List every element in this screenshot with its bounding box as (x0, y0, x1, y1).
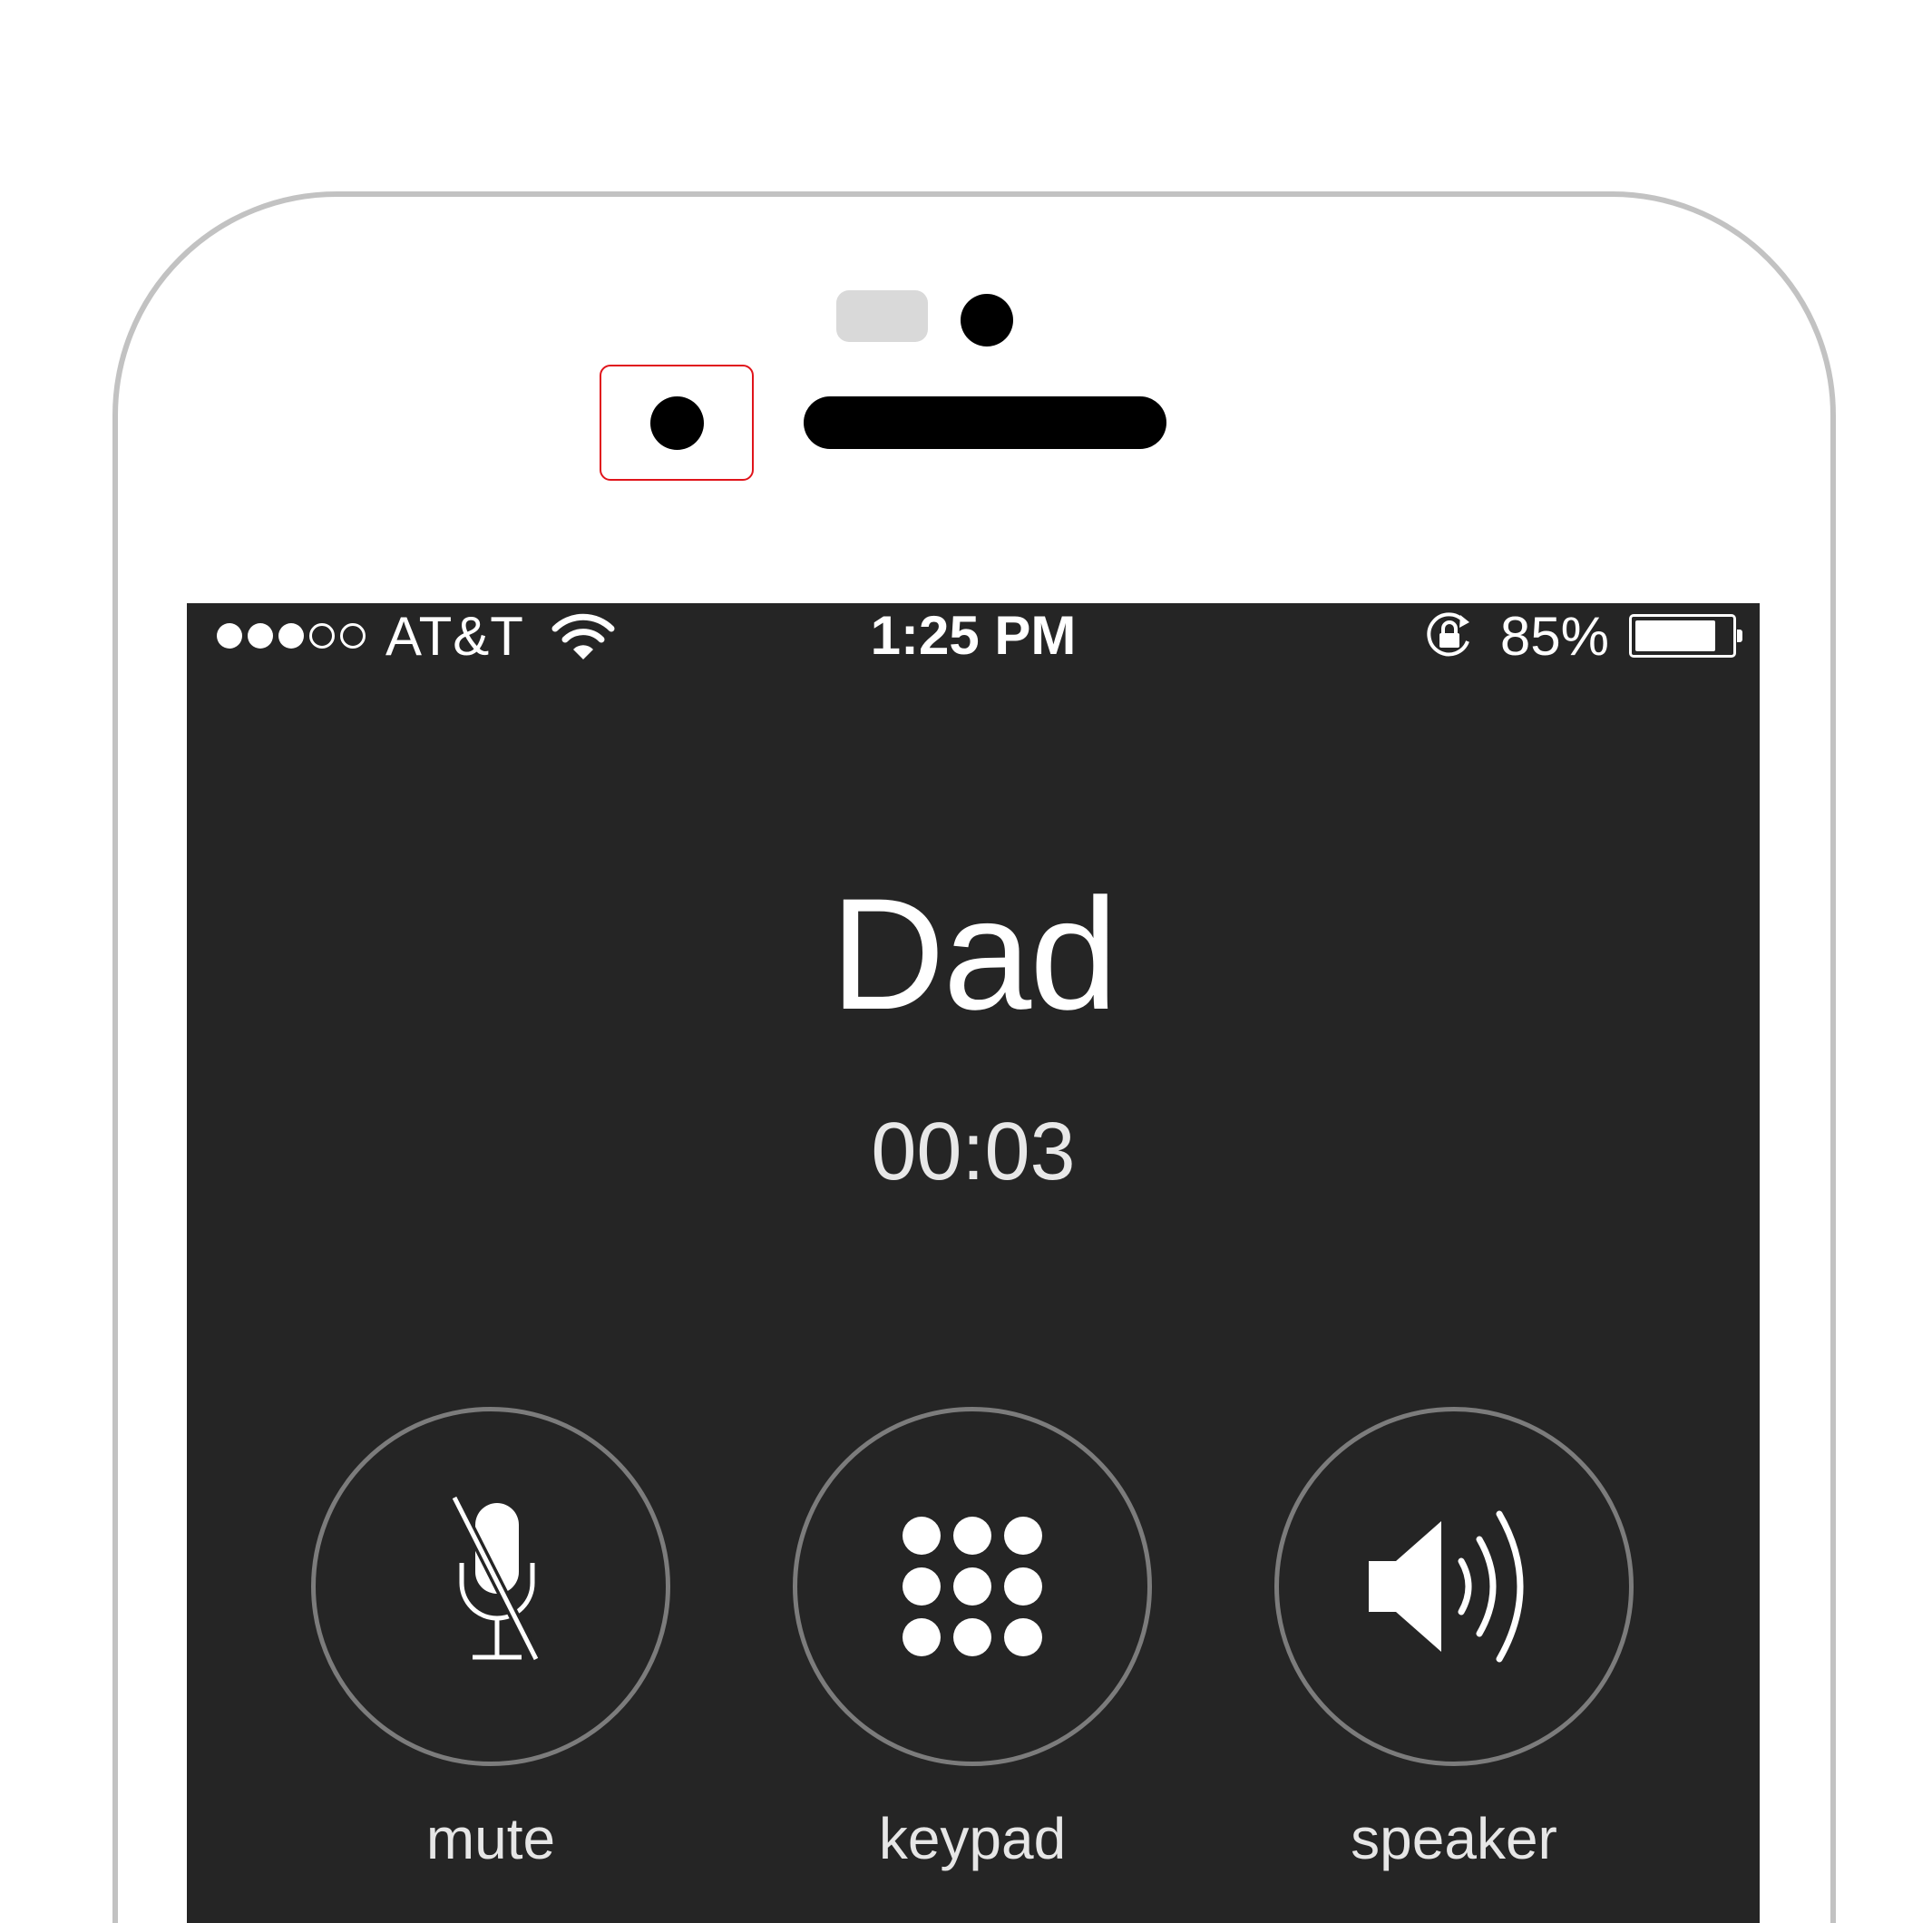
keypad-button[interactable]: keypad (793, 1407, 1152, 1868)
speaker-button-ring[interactable] (1274, 1407, 1634, 1766)
call-duration: 00:03 (871, 1107, 1076, 1197)
speaker-label: speaker (1351, 1806, 1557, 1871)
battery-percentage: 85% (1499, 605, 1609, 667)
keypad-icon (903, 1517, 1042, 1656)
keypad-label: keypad (878, 1806, 1067, 1871)
status-right: 85% (1420, 603, 1742, 669)
mute-button-ring[interactable] (311, 1407, 670, 1766)
battery-tip (1737, 630, 1742, 642)
speaker-button[interactable]: speaker (1274, 1407, 1634, 1868)
orientation-lock-icon (1427, 612, 1469, 657)
mute-button[interactable]: mute (311, 1407, 670, 1868)
battery-icon (1629, 614, 1742, 658)
speaker-icon (1369, 1510, 1524, 1663)
muted-microphone-icon (449, 1496, 542, 1662)
proximity-sensor (836, 290, 928, 342)
ambient-light-sensor (650, 396, 704, 450)
battery-level-fill (1635, 620, 1715, 651)
front-camera (961, 294, 1013, 347)
earpiece-speaker (804, 396, 1166, 449)
stage: AT&T 1:25 PM 85% Dad 00:03 mute keypad s… (0, 0, 1932, 1923)
keypad-button-ring[interactable] (793, 1407, 1152, 1766)
status-bar: AT&T 1:25 PM 85% (187, 603, 1760, 669)
mute-label: mute (425, 1806, 556, 1871)
phone-screen: AT&T 1:25 PM 85% Dad 00:03 mute keypad s… (187, 603, 1760, 1923)
caller-name: Dad (830, 866, 1117, 1043)
